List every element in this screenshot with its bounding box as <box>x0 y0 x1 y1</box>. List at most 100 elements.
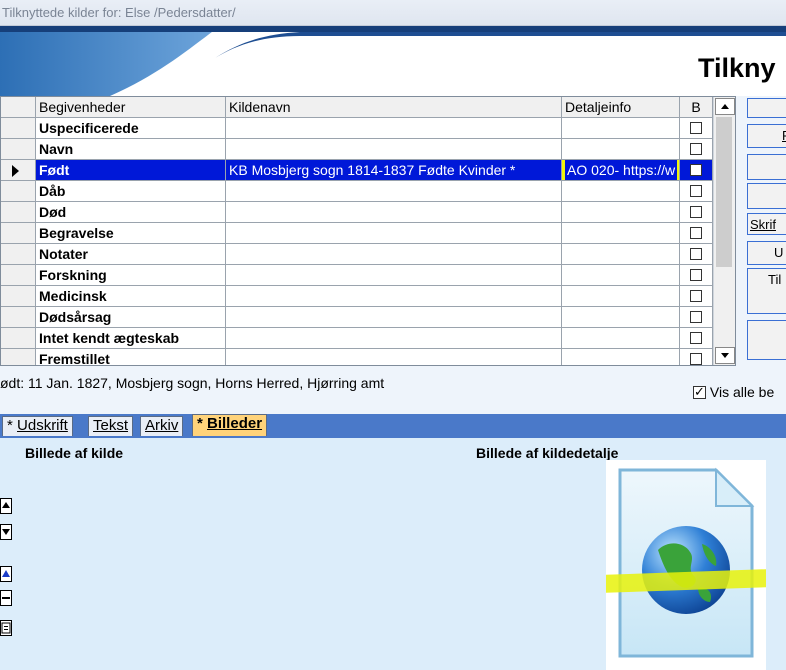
right-button-8[interactable] <box>747 320 786 360</box>
detail-cell[interactable]: AO 020- https://w <box>562 160 680 181</box>
source-cell[interactable] <box>226 118 562 139</box>
row-indicator[interactable] <box>1 181 36 202</box>
b-checkbox-cell[interactable] <box>680 286 713 307</box>
scroll-up-button[interactable] <box>715 98 735 115</box>
detail-cell[interactable] <box>562 265 680 286</box>
source-cell[interactable] <box>226 265 562 286</box>
move-down-button[interactable] <box>0 524 12 540</box>
tab-tekst[interactable]: Tekst <box>88 416 134 436</box>
row-indicator[interactable] <box>1 328 36 349</box>
right-button-1[interactable] <box>747 98 786 118</box>
row-indicator[interactable] <box>1 202 36 223</box>
b-checkbox-cell[interactable] <box>680 265 713 286</box>
row-indicator[interactable] <box>1 139 36 160</box>
event-cell[interactable]: Forskning <box>36 265 226 286</box>
b-checkbox-cell[interactable] <box>680 160 713 181</box>
detail-cell[interactable] <box>562 118 680 139</box>
right-button-3[interactable] <box>747 154 786 180</box>
row-indicator[interactable] <box>1 265 36 286</box>
grid-vertical-scrollbar[interactable] <box>713 97 735 365</box>
table-row[interactable]: Død <box>1 202 713 223</box>
scroll-thumb[interactable] <box>716 117 732 267</box>
checkbox[interactable] <box>690 311 702 323</box>
source-cell[interactable]: KB Mosbjerg sogn 1814-1837 Fødte Kvinder… <box>226 160 562 181</box>
checkbox[interactable] <box>690 143 702 155</box>
source-cell[interactable] <box>226 286 562 307</box>
table-row[interactable]: Dåb <box>1 181 713 202</box>
row-indicator[interactable] <box>1 307 36 328</box>
source-cell[interactable] <box>226 139 562 160</box>
event-cell[interactable]: Dødsårsag <box>36 307 226 328</box>
table-row-selected[interactable]: Født KB Mosbjerg sogn 1814-1837 Fødte Kv… <box>1 160 713 181</box>
b-checkbox-cell[interactable] <box>680 181 713 202</box>
checkbox[interactable] <box>690 290 702 302</box>
tab-udskrift[interactable]: * Udskrift <box>2 416 73 436</box>
detail-cell[interactable] <box>562 349 680 365</box>
source-cell[interactable] <box>226 328 562 349</box>
vis-alle-toggle[interactable]: Vis alle be <box>693 384 774 400</box>
event-cell[interactable]: Medicinsk <box>36 286 226 307</box>
scroll-down-button[interactable] <box>715 347 735 364</box>
source-cell[interactable] <box>226 202 562 223</box>
b-checkbox-cell[interactable] <box>680 202 713 223</box>
detail-cell[interactable] <box>562 286 680 307</box>
table-row[interactable]: Fremstillet <box>1 349 713 365</box>
source-cell[interactable] <box>226 223 562 244</box>
right-button-4[interactable] <box>747 183 786 209</box>
col-header-detail-info[interactable]: Detaljeinfo <box>562 97 680 118</box>
checkbox[interactable] <box>690 227 702 239</box>
event-cell[interactable]: Notater <box>36 244 226 265</box>
source-cell[interactable] <box>226 244 562 265</box>
table-row[interactable]: Forskning <box>1 265 713 286</box>
b-checkbox-cell[interactable] <box>680 307 713 328</box>
checkbox[interactable] <box>690 185 702 197</box>
til-button[interactable]: Til <box>747 268 786 314</box>
table-row[interactable]: Uspecificerede <box>1 118 713 139</box>
col-header-events[interactable]: Begivenheder <box>36 97 226 118</box>
detail-cell[interactable] <box>562 307 680 328</box>
row-indicator[interactable] <box>1 349 36 365</box>
detail-cell[interactable] <box>562 244 680 265</box>
source-detail-image[interactable] <box>599 460 773 670</box>
u-button[interactable]: U <box>747 241 786 265</box>
tab-billeder[interactable]: * Billeder <box>192 414 268 436</box>
detail-cell[interactable] <box>562 202 680 223</box>
table-row[interactable]: Notater <box>1 244 713 265</box>
b-checkbox-cell[interactable] <box>680 328 713 349</box>
checkbox[interactable] <box>690 332 702 344</box>
row-indicator[interactable] <box>1 244 36 265</box>
remove-image-button[interactable] <box>0 590 12 606</box>
event-cell[interactable]: Intet kendt ægteskab <box>36 328 226 349</box>
right-button-2[interactable]: F <box>747 124 786 148</box>
b-checkbox-cell[interactable] <box>680 349 713 365</box>
checkbox[interactable] <box>690 353 702 365</box>
row-indicator[interactable] <box>1 160 36 181</box>
b-checkbox-cell[interactable] <box>680 118 713 139</box>
checkbox[interactable] <box>690 122 702 134</box>
b-checkbox-cell[interactable] <box>680 244 713 265</box>
vis-alle-checkbox[interactable] <box>693 384 706 400</box>
detail-cell[interactable] <box>562 181 680 202</box>
sources-grid[interactable]: Begivenheder Kildenavn Detaljeinfo B Usp… <box>0 96 736 366</box>
tab-arkiv[interactable]: Arkiv <box>140 416 184 436</box>
table-row[interactable]: Intet kendt ægteskab <box>1 328 713 349</box>
detail-cell[interactable] <box>562 223 680 244</box>
detail-cell[interactable] <box>562 328 680 349</box>
document-button[interactable] <box>0 620 12 636</box>
event-cell[interactable]: Fremstillet <box>36 349 226 365</box>
checkbox[interactable] <box>690 269 702 281</box>
table-row[interactable]: Begravelse <box>1 223 713 244</box>
source-cell[interactable] <box>226 181 562 202</box>
row-indicator[interactable] <box>1 223 36 244</box>
event-cell[interactable]: Begravelse <box>36 223 226 244</box>
event-cell[interactable]: Navn <box>36 139 226 160</box>
event-cell[interactable]: Dåb <box>36 181 226 202</box>
col-header-b[interactable]: B <box>680 97 713 118</box>
event-cell[interactable]: Født <box>36 160 226 181</box>
table-row[interactable]: Medicinsk <box>1 286 713 307</box>
event-cell[interactable]: Uspecificerede <box>36 118 226 139</box>
b-checkbox-cell[interactable] <box>680 139 713 160</box>
checkbox[interactable] <box>690 248 702 260</box>
row-indicator[interactable] <box>1 118 36 139</box>
col-header-source-name[interactable]: Kildenavn <box>226 97 562 118</box>
